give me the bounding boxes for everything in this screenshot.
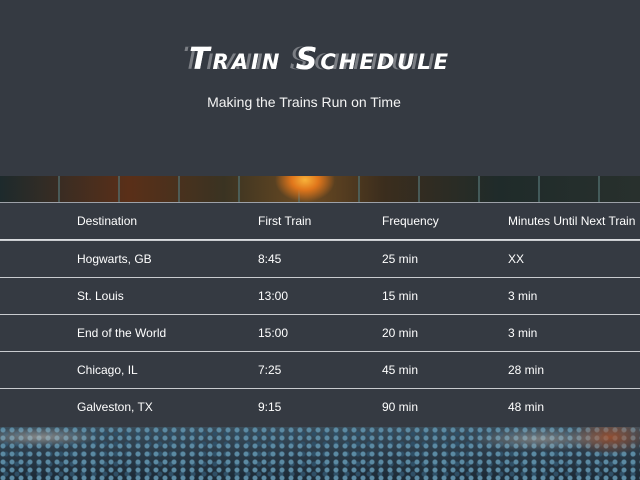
frequency-cell: 25 min — [382, 252, 419, 266]
column-header-minutes-until-next: Minutes Until Next Train — [508, 214, 636, 228]
table-row: Galveston, TX 9:15 90 min 48 min — [0, 388, 640, 425]
first-train-cell: 13:00 — [258, 289, 289, 303]
table-row: St. Louis 13:00 15 min 3 min — [0, 277, 640, 314]
train-schedule-table: Destination First Train Frequency Minute… — [0, 202, 640, 427]
destination-cell: St. Louis — [77, 289, 124, 303]
first-train-cell: 7:25 — [258, 363, 282, 377]
column-header-destination: Destination — [77, 214, 138, 228]
first-train-cell: 15:00 — [258, 326, 289, 340]
destination-cell: Galveston, TX — [77, 400, 153, 414]
destination-cell: End of the World — [77, 326, 167, 340]
table-row: Chicago, IL 7:25 45 min 28 min — [0, 351, 640, 388]
page-title: Train Schedule — [0, 42, 640, 77]
railway-photo-bottom — [0, 427, 640, 480]
minutes-until-next-cell: XX — [508, 252, 525, 266]
minutes-until-next-cell: 3 min — [508, 326, 538, 340]
minutes-until-next-cell: 48 min — [508, 400, 545, 414]
frequency-cell: 45 min — [382, 363, 419, 377]
column-header-frequency: Frequency — [382, 214, 439, 228]
railway-photo-top — [0, 176, 640, 202]
destination-cell: Hogwarts, GB — [77, 252, 152, 266]
table-row: End of the World 15:00 20 min 3 min — [0, 314, 640, 351]
destination-cell: Chicago, IL — [77, 363, 138, 377]
column-header-first-train: First Train — [258, 214, 312, 228]
frequency-cell: 90 min — [382, 400, 419, 414]
first-train-cell: 8:45 — [258, 252, 282, 266]
table-header-row: Destination First Train Frequency Minute… — [0, 202, 640, 241]
frequency-cell: 15 min — [382, 289, 419, 303]
frequency-cell: 20 min — [382, 326, 419, 340]
minutes-until-next-cell: 28 min — [508, 363, 545, 377]
page-header: Train Schedule Making the Trains Run on … — [0, 0, 640, 176]
table-row: Hogwarts, GB 8:45 25 min XX — [0, 240, 640, 277]
page-subtitle: Making the Trains Run on Time — [207, 94, 401, 110]
first-train-cell: 9:15 — [258, 400, 282, 414]
minutes-until-next-cell: 3 min — [508, 289, 538, 303]
